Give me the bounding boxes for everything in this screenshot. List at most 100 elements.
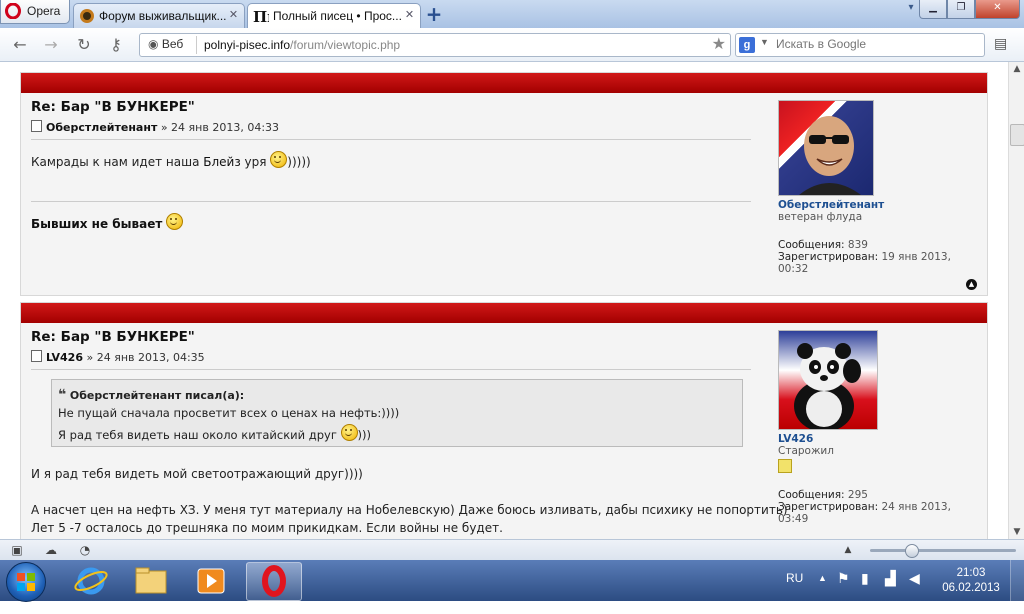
- tab-list-icon[interactable]: ▾: [903, 0, 919, 18]
- bookmark-star-icon[interactable]: ★: [712, 34, 726, 54]
- profile-username[interactable]: Оберстлейтенант: [778, 199, 978, 211]
- usb-device-icon[interactable]: ▮: [861, 570, 869, 611]
- minimize-button[interactable]: ▁: [919, 0, 947, 19]
- post-paragraph: А насчет цен на нефть ХЗ. У меня тут мат…: [31, 503, 788, 517]
- explorer-taskbar-item[interactable]: [124, 562, 178, 599]
- post-meta: Оберстлейтенант » 24 янв 2013, 04:33: [31, 120, 751, 134]
- close-window-button[interactable]: ✕: [975, 0, 1020, 19]
- post-paragraph: Лет 5 -7 осталось до трешняка по моим пр…: [31, 521, 503, 535]
- post-text-part: ))))): [287, 155, 311, 169]
- grin-smiley-icon: [270, 151, 288, 168]
- clock-time: 21:03: [956, 567, 986, 579]
- close-tab-icon[interactable]: ✕: [227, 9, 240, 22]
- post-signature: Бывших не бывает: [31, 213, 751, 231]
- profile-posts-value: 295: [847, 489, 868, 501]
- scroll-thumb[interactable]: [1010, 124, 1024, 146]
- post-author[interactable]: Оберстлейтенант: [46, 121, 157, 134]
- zoom-slider-thumb[interactable]: [905, 544, 919, 558]
- search-input[interactable]: [774, 36, 978, 52]
- key-icon[interactable]: ⚷: [105, 34, 127, 56]
- opera-logo-icon: [262, 565, 286, 597]
- post-icon[interactable]: [31, 120, 42, 132]
- back-to-top-icon[interactable]: ▲: [966, 279, 977, 290]
- post-date: » 24 янв 2013, 04:33: [160, 121, 280, 134]
- scroll-down-icon[interactable]: ▼: [1009, 525, 1024, 539]
- status-bar: ▣ ☁ ◔ ▲: [0, 539, 1024, 561]
- opera-taskbar-item[interactable]: [246, 562, 302, 601]
- post-title[interactable]: Re: Бар "В БУНКЕРЕ": [31, 99, 751, 115]
- zoom-slider[interactable]: [870, 549, 1016, 552]
- windows-logo-icon: [17, 573, 35, 591]
- profile-posts-value: 839: [847, 239, 868, 251]
- tab-title: Форум выживальщик...: [99, 9, 227, 23]
- forum-post: Re: Бар "В БУНКЕРЕ" LV426 » 24 янв 2013,…: [20, 302, 988, 539]
- grin-smiley-icon: [340, 424, 358, 441]
- scroll-up-icon[interactable]: ▲: [1009, 62, 1024, 76]
- avatar[interactable]: [778, 100, 874, 196]
- google-icon[interactable]: g: [739, 37, 755, 53]
- turbo-icon[interactable]: ◔: [77, 543, 93, 557]
- opera-menu-button[interactable]: Opera: [0, 0, 70, 24]
- media-player-taskbar-item[interactable]: [184, 562, 238, 599]
- url-text[interactable]: polnyi-pisec.info/forum/viewtopic.php: [204, 38, 400, 52]
- quote-block: ❝ Оберстлейтенант писал(а): Не пущай сна…: [51, 379, 743, 447]
- web-badge[interactable]: ◉ Веб: [148, 37, 183, 51]
- globe-icon: ◉: [148, 37, 159, 51]
- action-center-flag-icon[interactable]: ⚑: [837, 570, 850, 611]
- view-up-icon[interactable]: ▲: [840, 543, 856, 557]
- opera-menu-label: Opera: [27, 4, 61, 18]
- network-signal-icon[interactable]: ▟: [885, 570, 896, 611]
- quote-text: Я рад тебя видеть наш около китайский др…: [58, 428, 341, 442]
- post-icon[interactable]: [31, 350, 42, 362]
- panel-icon[interactable]: ▤: [994, 36, 1012, 54]
- post-text: Камрады к нам идет наша Блейз уря ))))): [31, 151, 751, 169]
- maximize-button[interactable]: ❐: [947, 0, 975, 19]
- divider: [31, 369, 751, 370]
- opera-unite-cloud-icon[interactable]: ☁: [43, 543, 59, 557]
- search-box[interactable]: g ▼: [735, 33, 985, 57]
- new-tab-button[interactable]: +: [424, 4, 444, 24]
- post-author[interactable]: LV426: [46, 351, 83, 364]
- panels-toggle-icon[interactable]: ▣: [9, 543, 25, 557]
- forward-icon[interactable]: →: [40, 34, 62, 56]
- url-host: polnyi-pisec.info: [204, 38, 291, 52]
- profile-username[interactable]: LV426: [778, 433, 978, 445]
- url-path: /forum/viewtopic.php: [290, 38, 401, 52]
- window-controls: ▾ ▁ ❐ ✕: [903, 0, 1020, 19]
- forum-post: Re: Бар "В БУНКЕРЕ" Оберстлейтенант » 24…: [20, 72, 988, 296]
- vertical-scrollbar[interactable]: ▲ ▼: [1008, 62, 1024, 539]
- start-button[interactable]: [6, 562, 46, 602]
- post-header-bar: [21, 303, 987, 323]
- post-body: Re: Бар "В БУНКЕРЕ" Оберстлейтенант » 24…: [31, 99, 751, 231]
- system-clock[interactable]: 21:03 06.02.2013: [938, 566, 1004, 596]
- site-favicon-icon: Пц: [253, 8, 269, 24]
- forum-favicon-icon: [80, 9, 94, 23]
- back-icon[interactable]: ←: [9, 34, 31, 56]
- tab-strip: Opera Форум выживальщик... ✕ Пц Полный п…: [0, 0, 1024, 30]
- avatar-portrait: [799, 116, 861, 195]
- internet-explorer-taskbar-item[interactable]: [64, 562, 118, 599]
- reload-icon[interactable]: ↻: [73, 34, 95, 56]
- profile-posts: Сообщения: 295: [778, 489, 978, 501]
- volume-icon[interactable]: ◀: [909, 570, 920, 611]
- media-player-icon: [197, 568, 225, 594]
- tab-polnyi-pisec[interactable]: Пц Полный писец • Прос... ✕: [247, 3, 421, 30]
- web-label: Веб: [161, 37, 184, 51]
- address-bar[interactable]: ◉ Веб polnyi-pisec.info/forum/viewtopic.…: [139, 33, 731, 57]
- chevron-down-icon[interactable]: ▼: [760, 37, 769, 47]
- profile-rank: ветеран флуда: [778, 211, 863, 223]
- profile-registered-label: Зарегистрирован:: [778, 251, 879, 263]
- close-tab-icon[interactable]: ✕: [403, 9, 416, 22]
- tray-expand-icon[interactable]: ▲: [818, 573, 827, 614]
- post-title[interactable]: Re: Бар "В БУНКЕРЕ": [31, 329, 751, 345]
- language-indicator[interactable]: RU: [786, 571, 803, 612]
- avatar[interactable]: [778, 330, 878, 430]
- opera-logo-icon: [5, 3, 21, 19]
- tab-survival-forum[interactable]: Форум выживальщик... ✕: [73, 3, 245, 29]
- post-date: » 24 янв 2013, 04:35: [86, 351, 205, 364]
- post-paragraph: И я рад тебя видеть мой светоотражающий …: [31, 467, 363, 481]
- signature-divider: [31, 201, 751, 202]
- quote-text: ))): [357, 428, 371, 442]
- quote-mark-icon: ❝: [58, 387, 67, 403]
- show-desktop-button[interactable]: [1010, 560, 1024, 601]
